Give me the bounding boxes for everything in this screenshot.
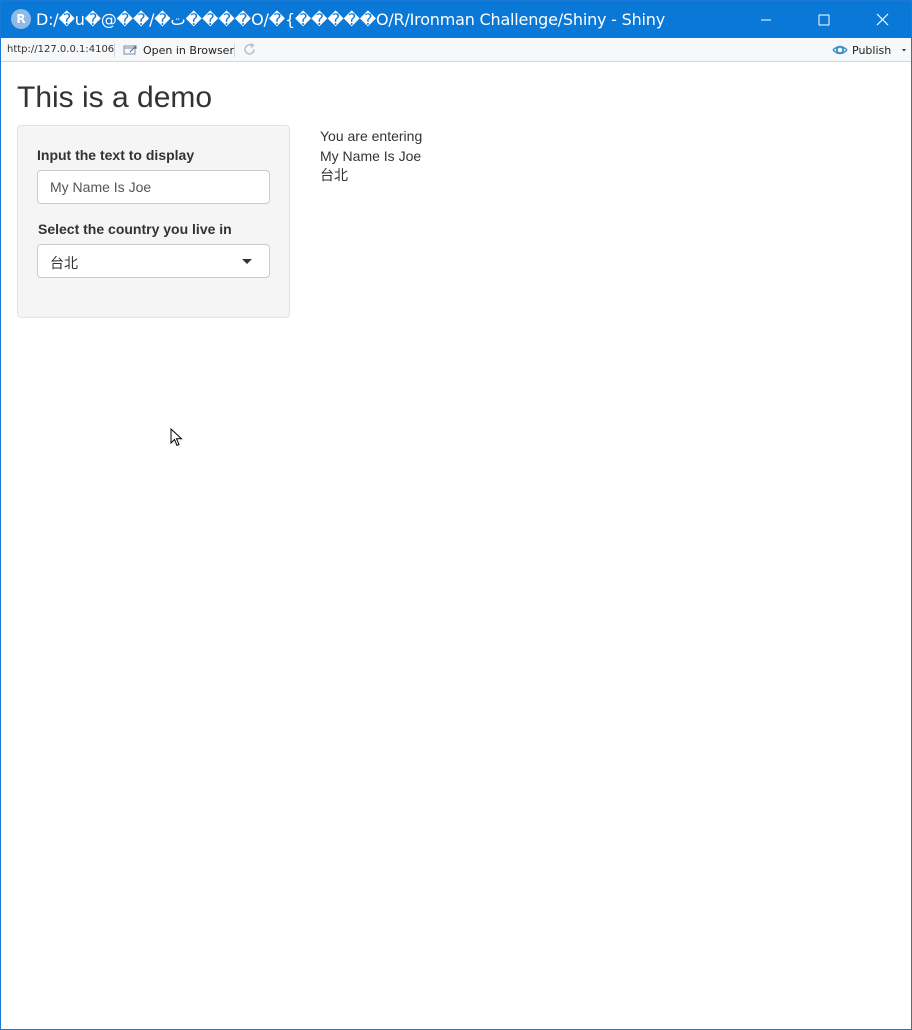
publish-button[interactable]: Publish xyxy=(832,42,909,58)
toolbar-divider xyxy=(234,43,235,57)
text-input-label: Input the text to display xyxy=(37,147,195,163)
output-text-value: My Name Is Joe xyxy=(320,148,422,164)
output-country-value: 台北 xyxy=(320,168,348,184)
mouse-cursor-icon xyxy=(170,428,183,447)
minimize-icon xyxy=(761,19,771,20)
output-heading: You are entering xyxy=(320,128,423,144)
open-in-browser-label: Open in Browser xyxy=(143,43,234,57)
open-browser-icon xyxy=(123,45,137,55)
country-select[interactable]: 台北 xyxy=(37,244,270,278)
url-display: http://127.0.0.1:4106 xyxy=(7,44,115,55)
caret-down-icon xyxy=(242,259,252,264)
close-icon xyxy=(876,13,888,26)
country-select-value: 台北 xyxy=(50,256,78,272)
minimize-button[interactable] xyxy=(737,1,795,38)
r-logo-icon: R xyxy=(11,9,31,29)
viewer-toolbar: http://127.0.0.1:4106 Open in Browser Pu… xyxy=(1,38,911,62)
publish-label: Publish xyxy=(852,43,892,57)
refresh-icon xyxy=(244,42,255,55)
open-in-browser-button[interactable]: Open in Browser xyxy=(123,42,234,58)
country-select-label: Select the country you live in xyxy=(38,221,232,237)
shiny-app-content: This is a demo Input the text to display… xyxy=(2,63,911,1029)
publish-icon xyxy=(832,45,848,55)
chevron-down-icon[interactable] xyxy=(899,46,909,54)
page-title: This is a demo xyxy=(17,81,213,114)
app-window: R D:/�u�@��/�ت����O/�{�����O/R/Ironman C… xyxy=(0,0,912,1030)
window-title: D:/�u�@��/�ت����O/�{�����O/R/Ironman Cha… xyxy=(36,10,665,29)
main-output-panel: You are entering My Name Is Joe 台北 xyxy=(320,126,422,186)
maximize-icon xyxy=(818,14,830,25)
maximize-button[interactable] xyxy=(795,1,853,38)
text-input[interactable] xyxy=(37,170,270,204)
close-button[interactable] xyxy=(853,1,911,38)
title-bar[interactable]: R D:/�u�@��/�ت����O/�{�����O/R/Ironman C… xyxy=(1,1,911,38)
sidebar-panel: Input the text to display Select the cou… xyxy=(17,125,290,318)
refresh-button[interactable] xyxy=(242,42,257,61)
toolbar-divider xyxy=(114,43,115,57)
